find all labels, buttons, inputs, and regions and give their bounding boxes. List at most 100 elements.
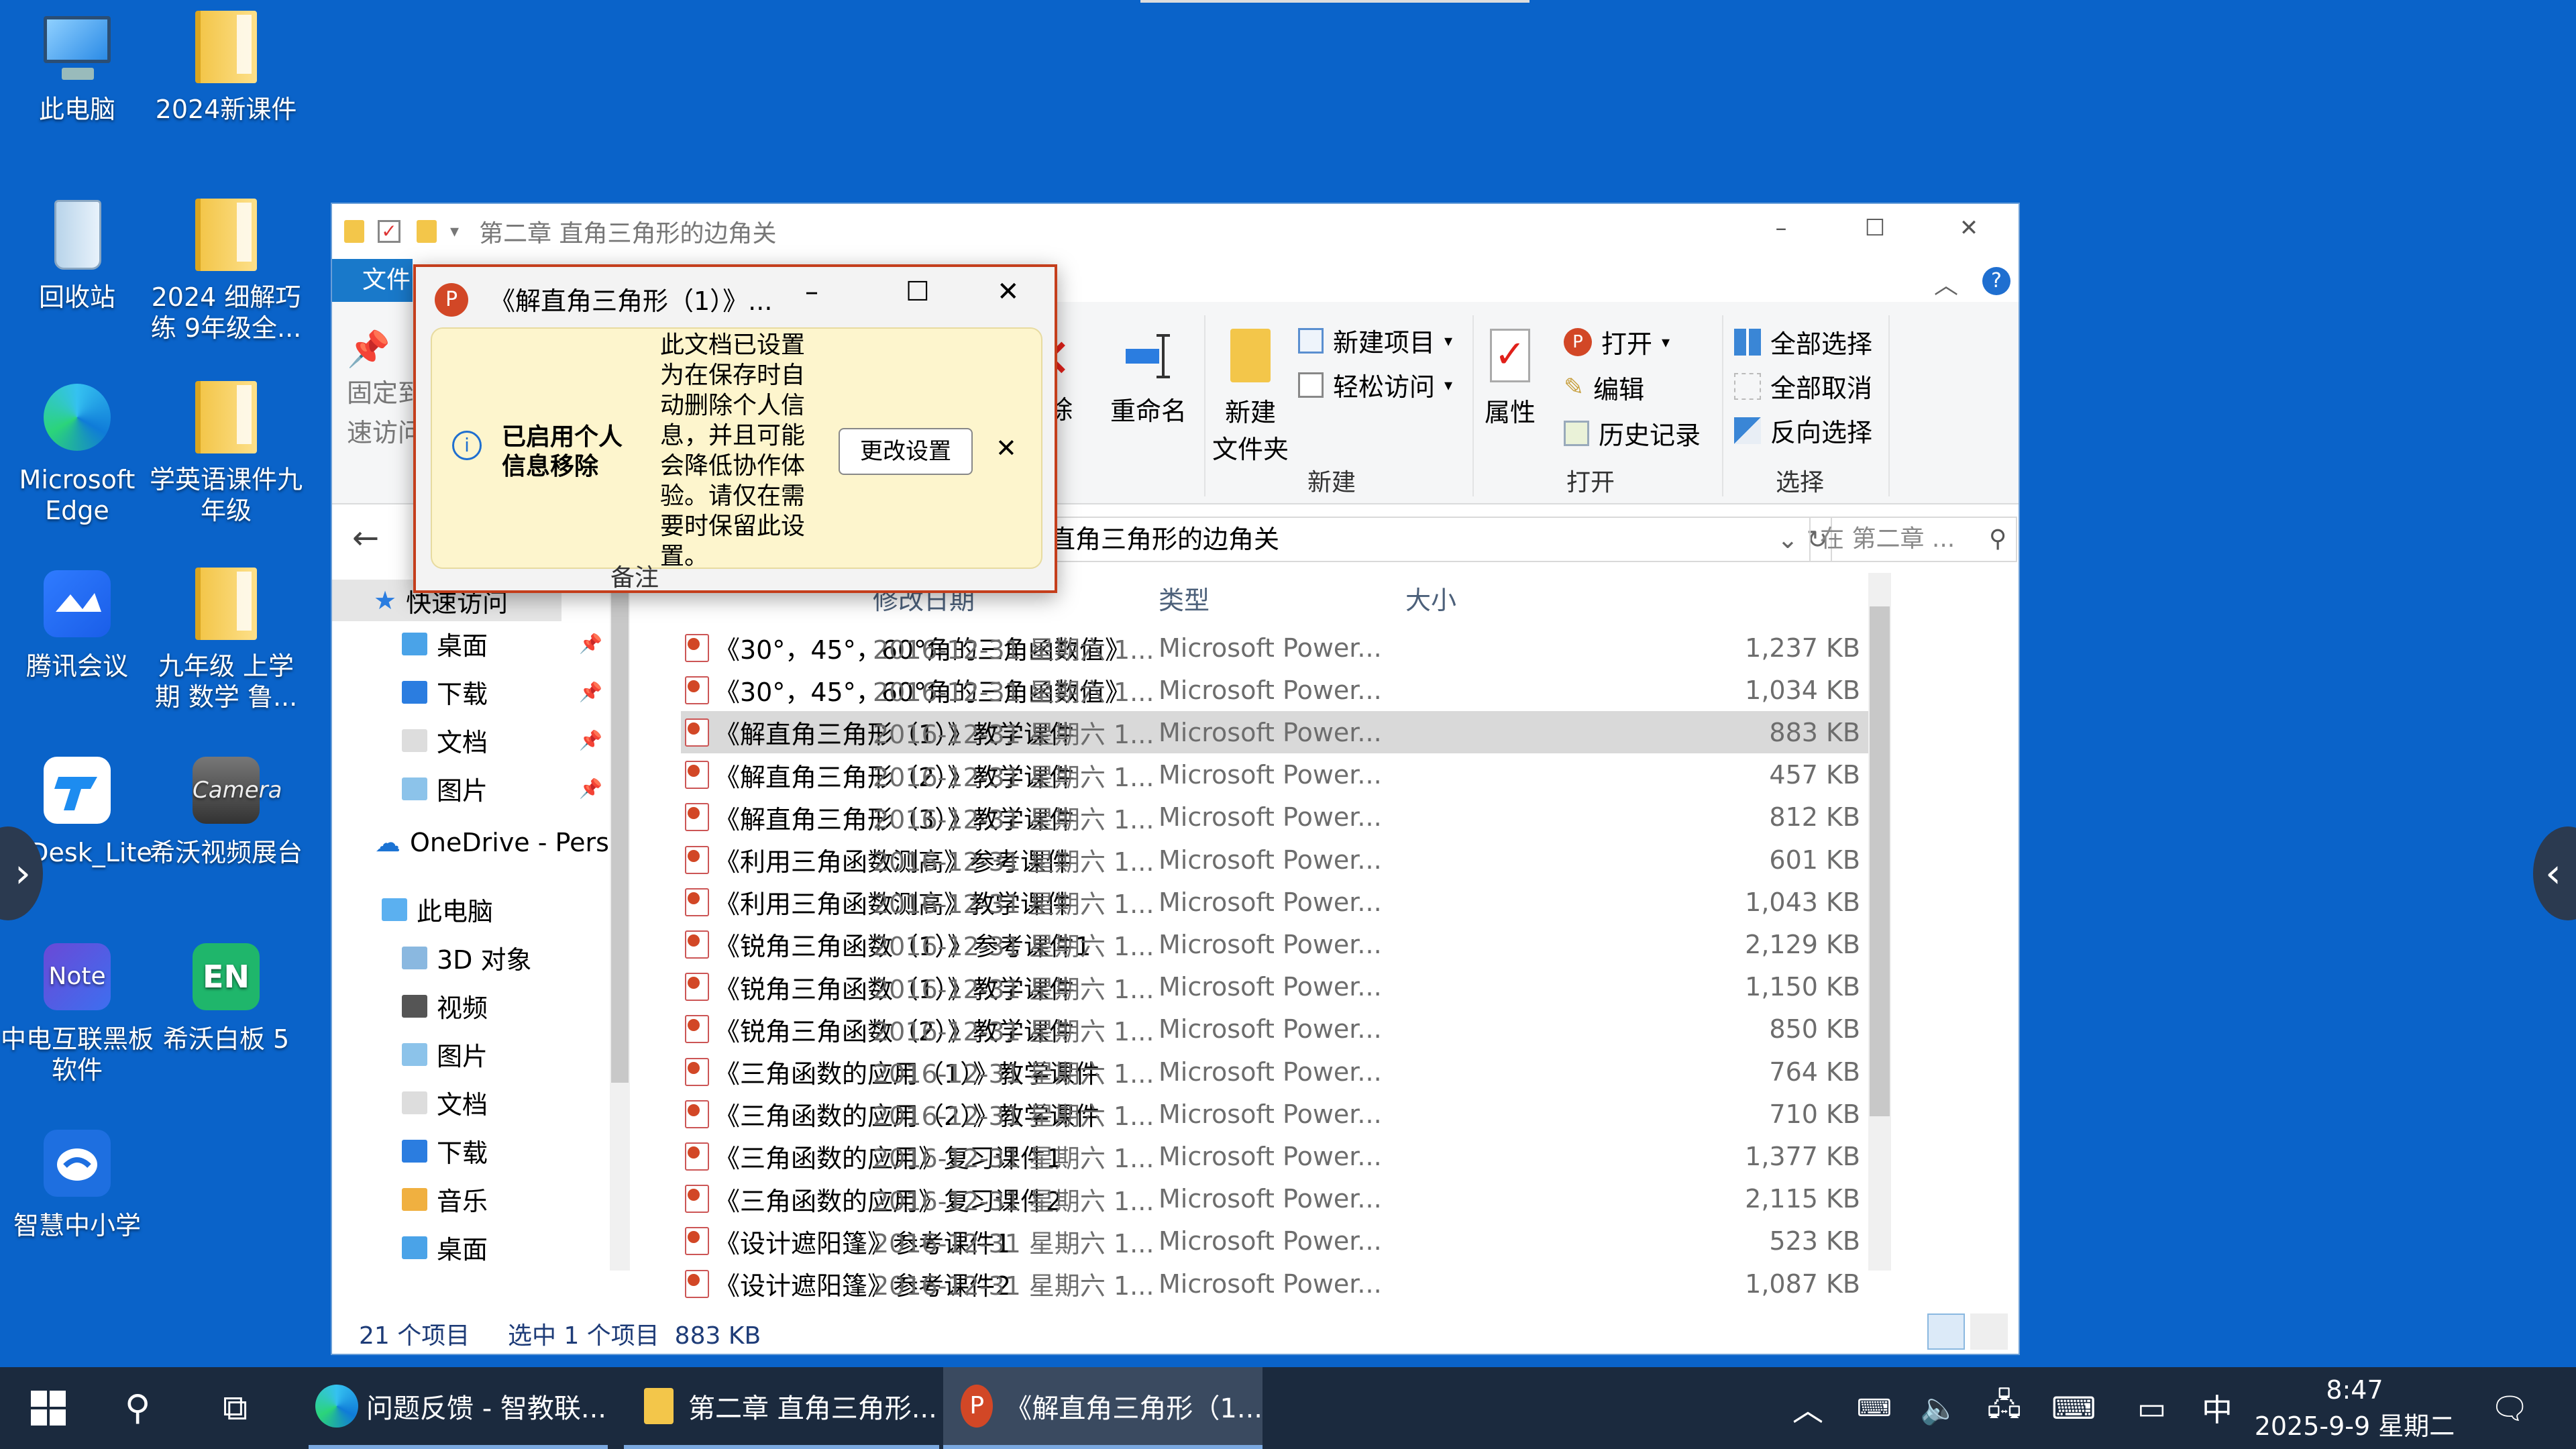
edit-button[interactable]: ✎ 编辑 — [1564, 369, 1644, 406]
file-row[interactable]: 《30°，45°，60°角的三角函数值》教学...2016-12-31 星期六 … — [681, 669, 1879, 711]
minimize-button[interactable]: – — [1741, 215, 1821, 241]
ppt-minimize-button[interactable]: – — [805, 276, 818, 307]
nav-downloads-pc[interactable]: 下载 — [402, 1132, 488, 1169]
details-view-icon[interactable] — [1927, 1313, 1965, 1350]
task-view-button[interactable]: ⧉ — [223, 1367, 248, 1449]
pin-quick-access-button[interactable]: 📌 固定到 速访问 — [347, 329, 423, 449]
search-button[interactable]: ⚲ — [125, 1367, 150, 1449]
file-row[interactable]: 《解直角三角形（2）》教学课件 2016-12-31 星期六 1... Micros… — [681, 754, 1879, 796]
help-icon[interactable]: ? — [1982, 267, 2010, 295]
easy-access-button[interactable]: 轻松访问 ▾ — [1298, 366, 1452, 403]
desktop-icon-folder-math[interactable]: 九年级 上学期 数学 鲁... — [149, 564, 303, 712]
desktop-icon-this-pc[interactable]: 此电脑 — [0, 7, 154, 125]
nav-this-pc[interactable]: 此电脑 — [382, 891, 493, 928]
file-row[interactable]: 《三角函数的应用》复习课件2 2016-12-31 星期六 1... Microso… — [681, 1178, 1879, 1220]
file-row[interactable]: 《利用三角函数测高》教学课件 2016-12-31 星期六 1... Microso… — [681, 881, 1879, 923]
desktop-icon-edge[interactable]: Microsoft Edge — [0, 377, 154, 526]
column-type[interactable]: 类型 — [1159, 580, 1210, 616]
file-row[interactable]: 《解直角三角形（3）》教学课件 2016-12-31 星期六 1... Micros… — [681, 796, 1879, 839]
file-size: 1,377 KB — [1745, 1141, 1860, 1171]
file-date: 2016-12-31 星期六 1... — [873, 804, 1155, 835]
collapse-ribbon-icon[interactable]: ︿ — [1934, 266, 1958, 301]
properties-button[interactable]: ✓ 属性 — [1485, 329, 1536, 429]
file-size: 812 KB — [1769, 802, 1860, 833]
desktop-icon-folder-2024-practice[interactable]: 2024 细解巧练 9年级全... — [149, 195, 303, 343]
search-box[interactable]: 在 第二章 ... ⚲ — [1809, 517, 2017, 562]
file-row[interactable]: 《三角函数的应用（2）》教学课件 2016-12-31 星期六 1... Micro… — [681, 1093, 1879, 1135]
file-row[interactable]: 《锐角三角函数（1）》参考课件1 2016-12-31 星期六 1... Micro… — [681, 923, 1879, 965]
file-scrollbar[interactable] — [1868, 573, 1891, 1271]
properties-icon: ✓ — [1490, 329, 1530, 382]
desktop-icon-blackboard[interactable]: Note 中电互联黑板软件 — [0, 936, 154, 1085]
taskbar-item-explorer[interactable]: 第二章 直角三角形... — [624, 1367, 939, 1449]
properties-quick-icon[interactable]: ✓ — [378, 220, 400, 243]
desktop-icon-2024-courseware[interactable]: 2024新课件 — [149, 7, 303, 125]
taskbar-item-edge[interactable]: 问题反馈 - 智教联... — [309, 1367, 608, 1449]
nav-pictures-pc[interactable]: 图片 — [402, 1036, 488, 1073]
nav-scrollbar[interactable] — [610, 580, 630, 1271]
maximize-button[interactable]: ☐ — [1835, 215, 1915, 241]
network-icon[interactable]: 🖧 — [1987, 1367, 2021, 1449]
tablet-mode-icon[interactable]: ▭ — [2137, 1367, 2166, 1449]
tab-file[interactable]: 文件 — [332, 259, 413, 302]
notification-center-icon[interactable]: 🗨 — [2490, 1367, 2529, 1449]
nav-onedrive[interactable]: ☁ OneDrive - Perso — [375, 828, 625, 857]
desktop-icon-recycle-bin[interactable]: 回收站 — [0, 195, 154, 313]
open-button[interactable]: P 打开 ▾ — [1564, 323, 1670, 360]
select-all-button[interactable]: 全部选择 — [1734, 323, 1872, 360]
folder-quick-icon[interactable] — [417, 220, 437, 243]
nav-music[interactable]: 音乐 — [402, 1181, 488, 1218]
file-row[interactable]: 《三角函数的应用（1）》教学课件 2016-12-31 星期六 1... Micro… — [681, 1051, 1879, 1093]
file-row[interactable]: 《锐角三角函数（2）》教学课件 2016-12-31 星期六 1... Micros… — [681, 1008, 1879, 1051]
nav-desktop[interactable]: 桌面 📌 — [402, 625, 602, 662]
edge-icon — [44, 384, 111, 451]
nav-documents-pc[interactable]: 文档 — [402, 1084, 488, 1121]
nav-downloads[interactable]: 下载 📌 — [402, 674, 602, 710]
select-none-button[interactable]: 全部取消 — [1734, 368, 1872, 405]
keyboard-icon[interactable]: ⌨ — [2051, 1367, 2096, 1449]
desktop-icon-seewo-whiteboard[interactable]: EN 希沃白板 5 — [149, 936, 303, 1055]
show-hidden-icons-button[interactable]: ︿ — [1792, 1367, 1823, 1449]
address-dropdown-icon[interactable]: ⌄ — [1777, 518, 1799, 561]
input-indicator-icon[interactable]: ⌨ — [1857, 1367, 1892, 1449]
file-row[interactable]: 《解直角三角形（1）》教学课件 2016-12-31 星期六 1... Micros… — [681, 711, 1879, 754]
ppt-maximize-button[interactable]: ☐ — [906, 276, 930, 307]
nav-videos[interactable]: 视频 — [402, 987, 488, 1024]
large-icons-view-icon[interactable] — [1970, 1313, 2008, 1350]
change-settings-button[interactable]: 更改设置 — [839, 428, 973, 475]
desktop-icon-folder-english[interactable]: 学英语课件九年级 — [149, 377, 303, 526]
ppt-close-button[interactable]: ✕ — [997, 276, 1020, 307]
folder-icon — [195, 11, 257, 83]
close-button[interactable]: ✕ — [1929, 215, 2009, 241]
nav-desktop-pc[interactable]: 桌面 — [402, 1229, 488, 1266]
new-folder-button[interactable]: 新建 文件夹 — [1212, 329, 1289, 466]
dismiss-notice-icon[interactable]: ✕ — [996, 433, 1017, 463]
back-arrow-icon[interactable]: ← — [352, 519, 379, 557]
file-row[interactable]: 《三角函数的应用》复习课件1 2016-12-31 星期六 1... Microso… — [681, 1135, 1879, 1177]
volume-icon[interactable]: 🔈 — [1920, 1367, 1958, 1449]
quick-access-dropdown-icon[interactable]: ▾ — [450, 221, 459, 241]
rename-button[interactable]: 重命名 — [1110, 329, 1187, 427]
column-size[interactable]: 大小 — [1405, 580, 1456, 616]
file-row[interactable]: 《设计遮阳篷》参考课件1 2016-12-31 星期六 1... Microsoft… — [681, 1220, 1879, 1263]
file-row[interactable]: 《30°，45°，60°角的三角函数值》参考...2016-12-31 星期六 … — [681, 627, 1879, 669]
ime-indicator[interactable]: 中 — [2202, 1367, 2233, 1449]
item-count: 21 个项目 — [359, 1322, 470, 1350]
start-button[interactable] — [31, 1367, 71, 1449]
file-row[interactable]: 《锐角三角函数（1）》教学课件 2016-12-31 星期六 1... Micros… — [681, 966, 1879, 1008]
address-bar[interactable]: 直角三角形的边角关 ⌄ ↻ — [1040, 517, 1832, 562]
invert-selection-button[interactable]: 反向选择 — [1734, 412, 1872, 449]
history-button[interactable]: 历史记录 — [1564, 415, 1701, 451]
new-item-button[interactable]: 新建项目 ▾ — [1298, 322, 1452, 359]
desktop-icon-tencent-meeting[interactable]: 腾讯会议 — [0, 564, 154, 682]
file-row[interactable]: 《利用三角函数测高》参考课件 2016-12-31 星期六 1... Microso… — [681, 839, 1879, 881]
taskbar-item-powerpoint[interactable]: P 《解直角三角形（1... — [943, 1367, 1263, 1449]
nav-documents[interactable]: 文档 📌 — [402, 722, 602, 759]
nav-pictures[interactable]: 图片 📌 — [402, 770, 602, 807]
file-row[interactable]: 《设计遮阳篷》参考课件2 2016-12-31 星期六 1... Microsoft… — [681, 1263, 1879, 1305]
nav-3d-objects[interactable]: 3D 对象 — [402, 939, 532, 976]
desktop-icon-smart-edu[interactable]: 智慧中小学 — [0, 1123, 154, 1241]
right-edge-arrow-button[interactable]: ‹ — [2533, 826, 2576, 920]
desktop-icon-seewo-camera[interactable]: Camera 希沃视频展台 — [149, 750, 303, 868]
clock[interactable]: 8:47 2025-9-9 星期二 — [2254, 1367, 2455, 1449]
